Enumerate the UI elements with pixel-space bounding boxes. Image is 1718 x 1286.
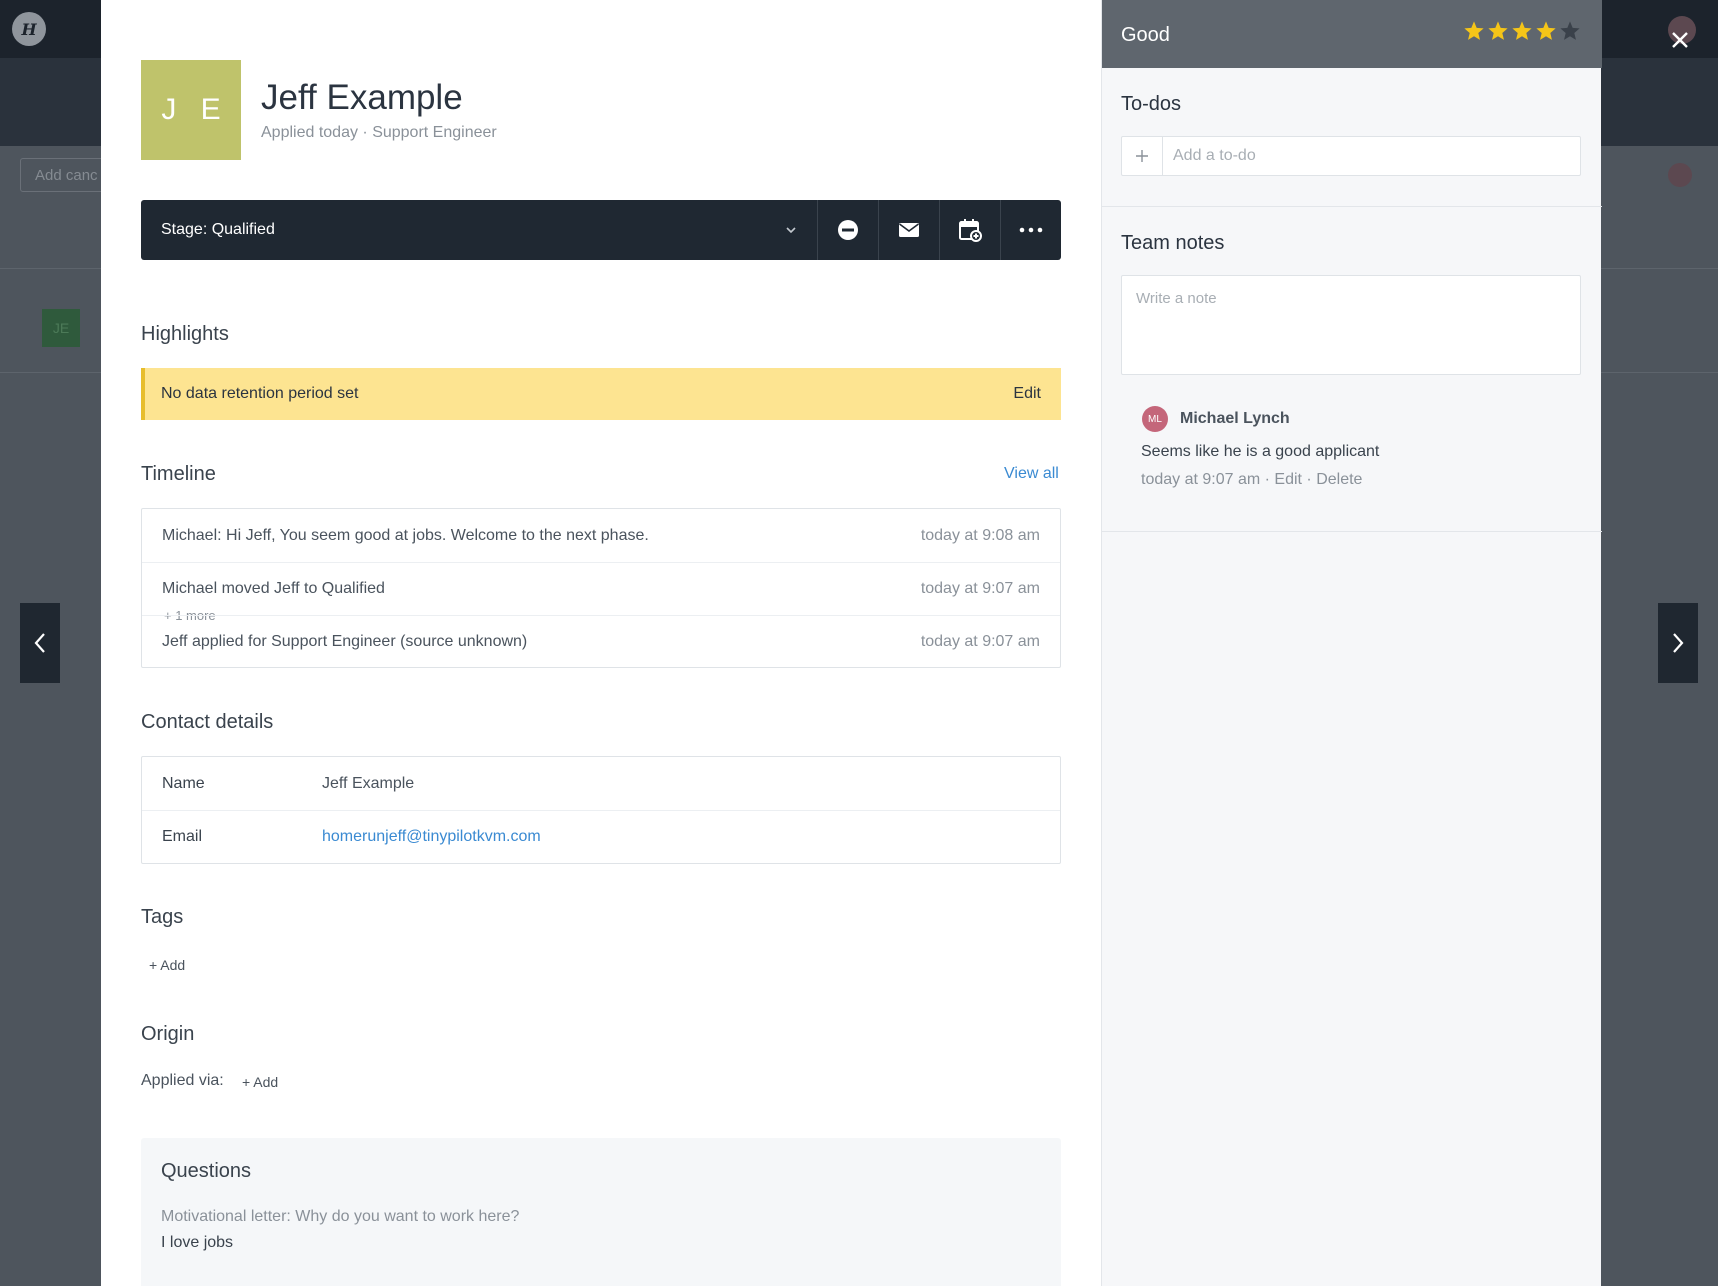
next-candidate-button[interactable] xyxy=(1658,603,1698,683)
contact-label: Name xyxy=(162,775,205,792)
more-icon xyxy=(1019,227,1043,233)
star-rating xyxy=(1463,20,1581,42)
candidate-name: Jeff Example xyxy=(261,78,463,117)
email-button[interactable] xyxy=(878,200,939,260)
note-author-avatar: ML xyxy=(1142,406,1168,432)
chevron-down-icon xyxy=(786,227,796,234)
stage-label: Stage: Qualified xyxy=(161,221,275,238)
timeline-item-text: Jeff applied for Support Engineer (sourc… xyxy=(162,633,528,650)
close-icon xyxy=(1672,32,1688,48)
candidate-subtitle: Applied today · Support Engineer xyxy=(261,124,497,142)
disqualify-icon xyxy=(838,220,858,240)
question-label: Motivational letter: Why do you want to … xyxy=(161,1208,520,1225)
schedule-button[interactable] xyxy=(939,200,1000,260)
note-text: Seems like he is a good applicant xyxy=(1141,443,1380,460)
background-card-avatar: JE xyxy=(42,309,80,347)
more-button[interactable] xyxy=(1000,200,1061,260)
star-icon[interactable] xyxy=(1535,20,1557,42)
divider xyxy=(1102,206,1602,207)
questions-section: Questions Motivational letter: Why do yo… xyxy=(141,1138,1061,1286)
todo-input-group xyxy=(1121,136,1581,176)
email-icon xyxy=(899,223,919,237)
separator: · xyxy=(357,124,373,141)
timeline-item-time: today at 9:08 am xyxy=(920,527,1040,544)
applied-date: Applied today xyxy=(261,124,358,141)
edit-note-link[interactable]: Edit xyxy=(1274,471,1302,488)
timeline-list: Michael: Hi Jeff, You seem good at jobs.… xyxy=(141,508,1061,668)
timeline-title: Timeline xyxy=(141,463,216,485)
note-meta: today at 9:07 am · Edit · Delete xyxy=(1141,471,1362,489)
candidate-position: Support Engineer xyxy=(372,124,497,141)
questions-title: Questions xyxy=(161,1160,252,1182)
stage-dropdown[interactable]: Stage: Qualified xyxy=(141,200,817,260)
note-author: Michael Lynch xyxy=(1180,410,1290,427)
contact-details-title: Contact details xyxy=(141,711,274,733)
candidate-modal: J E Jeff Example Applied today · Support… xyxy=(101,0,1101,1286)
contact-details-table: Name Jeff Example Email homerunjeff@tiny… xyxy=(141,756,1061,864)
note-input[interactable] xyxy=(1121,275,1581,375)
star-icon[interactable] xyxy=(1487,20,1509,42)
todos-title: To-dos xyxy=(1121,93,1182,115)
team-notes-title: Team notes xyxy=(1121,232,1225,254)
chevron-left-icon xyxy=(34,633,45,653)
candidate-avatar: J E xyxy=(141,60,241,160)
question-answer: I love jobs xyxy=(161,1234,234,1251)
contact-row: Email homerunjeff@tinypilotkvm.com xyxy=(142,810,1060,863)
side-panel: Good To-dos Team notes ML Michael Lynch … xyxy=(1101,0,1602,1286)
timeline-item-text: Michael moved Jeff to Qualified xyxy=(162,580,385,597)
view-all-link[interactable]: View all xyxy=(1004,465,1059,483)
add-todo-button[interactable] xyxy=(1122,137,1163,175)
contact-row: Name Jeff Example xyxy=(142,757,1060,810)
rating-label: Good xyxy=(1121,24,1170,46)
add-tag-link[interactable]: + Add xyxy=(149,957,185,973)
add-origin-link[interactable]: + Add xyxy=(242,1074,278,1090)
contact-label: Email xyxy=(162,828,203,845)
star-icon[interactable] xyxy=(1559,20,1581,42)
close-button[interactable] xyxy=(1668,28,1692,52)
delete-note-link[interactable]: Delete xyxy=(1316,471,1362,488)
timeline-item: Michael moved Jeff to Qualified today at… xyxy=(142,562,1060,615)
contact-value: Jeff Example xyxy=(322,775,415,792)
separator: · xyxy=(1260,471,1275,488)
applied-via-label: Applied via: xyxy=(141,1072,224,1089)
separator: · xyxy=(1301,471,1317,488)
app-logo: H xyxy=(12,12,46,46)
note-time: today at 9:07 am xyxy=(1141,471,1261,488)
divider xyxy=(1102,531,1602,532)
rating-header: Good xyxy=(1102,0,1602,68)
timeline-item-time: today at 9:07 am xyxy=(920,580,1040,597)
alert-message: No data retention period set xyxy=(161,385,359,402)
todo-input[interactable] xyxy=(1163,137,1580,175)
edit-retention-link[interactable]: Edit xyxy=(1013,385,1041,403)
timeline-item: Michael: Hi Jeff, You seem good at jobs.… xyxy=(142,509,1060,562)
background-assignee-avatar xyxy=(1668,163,1692,187)
timeline-item: Jeff applied for Support Engineer (sourc… xyxy=(142,615,1060,668)
tags-title: Tags xyxy=(141,906,184,928)
star-icon[interactable] xyxy=(1463,20,1485,42)
highlights-title: Highlights xyxy=(141,323,229,345)
previous-candidate-button[interactable] xyxy=(20,603,60,683)
star-icon[interactable] xyxy=(1511,20,1533,42)
origin-title: Origin xyxy=(141,1023,195,1045)
timeline-item-text: Michael: Hi Jeff, You seem good at jobs.… xyxy=(162,527,649,544)
timeline-item-time: today at 9:07 am xyxy=(920,633,1040,650)
data-retention-alert: No data retention period set Edit xyxy=(141,368,1061,420)
email-link[interactable]: homerunjeff@tinypilotkvm.com xyxy=(322,828,541,846)
disqualify-button[interactable] xyxy=(817,200,878,260)
schedule-icon xyxy=(959,219,982,242)
chevron-right-icon xyxy=(1673,633,1684,653)
plus-icon xyxy=(1136,150,1148,162)
stage-toolbar: Stage: Qualified xyxy=(141,200,1061,260)
